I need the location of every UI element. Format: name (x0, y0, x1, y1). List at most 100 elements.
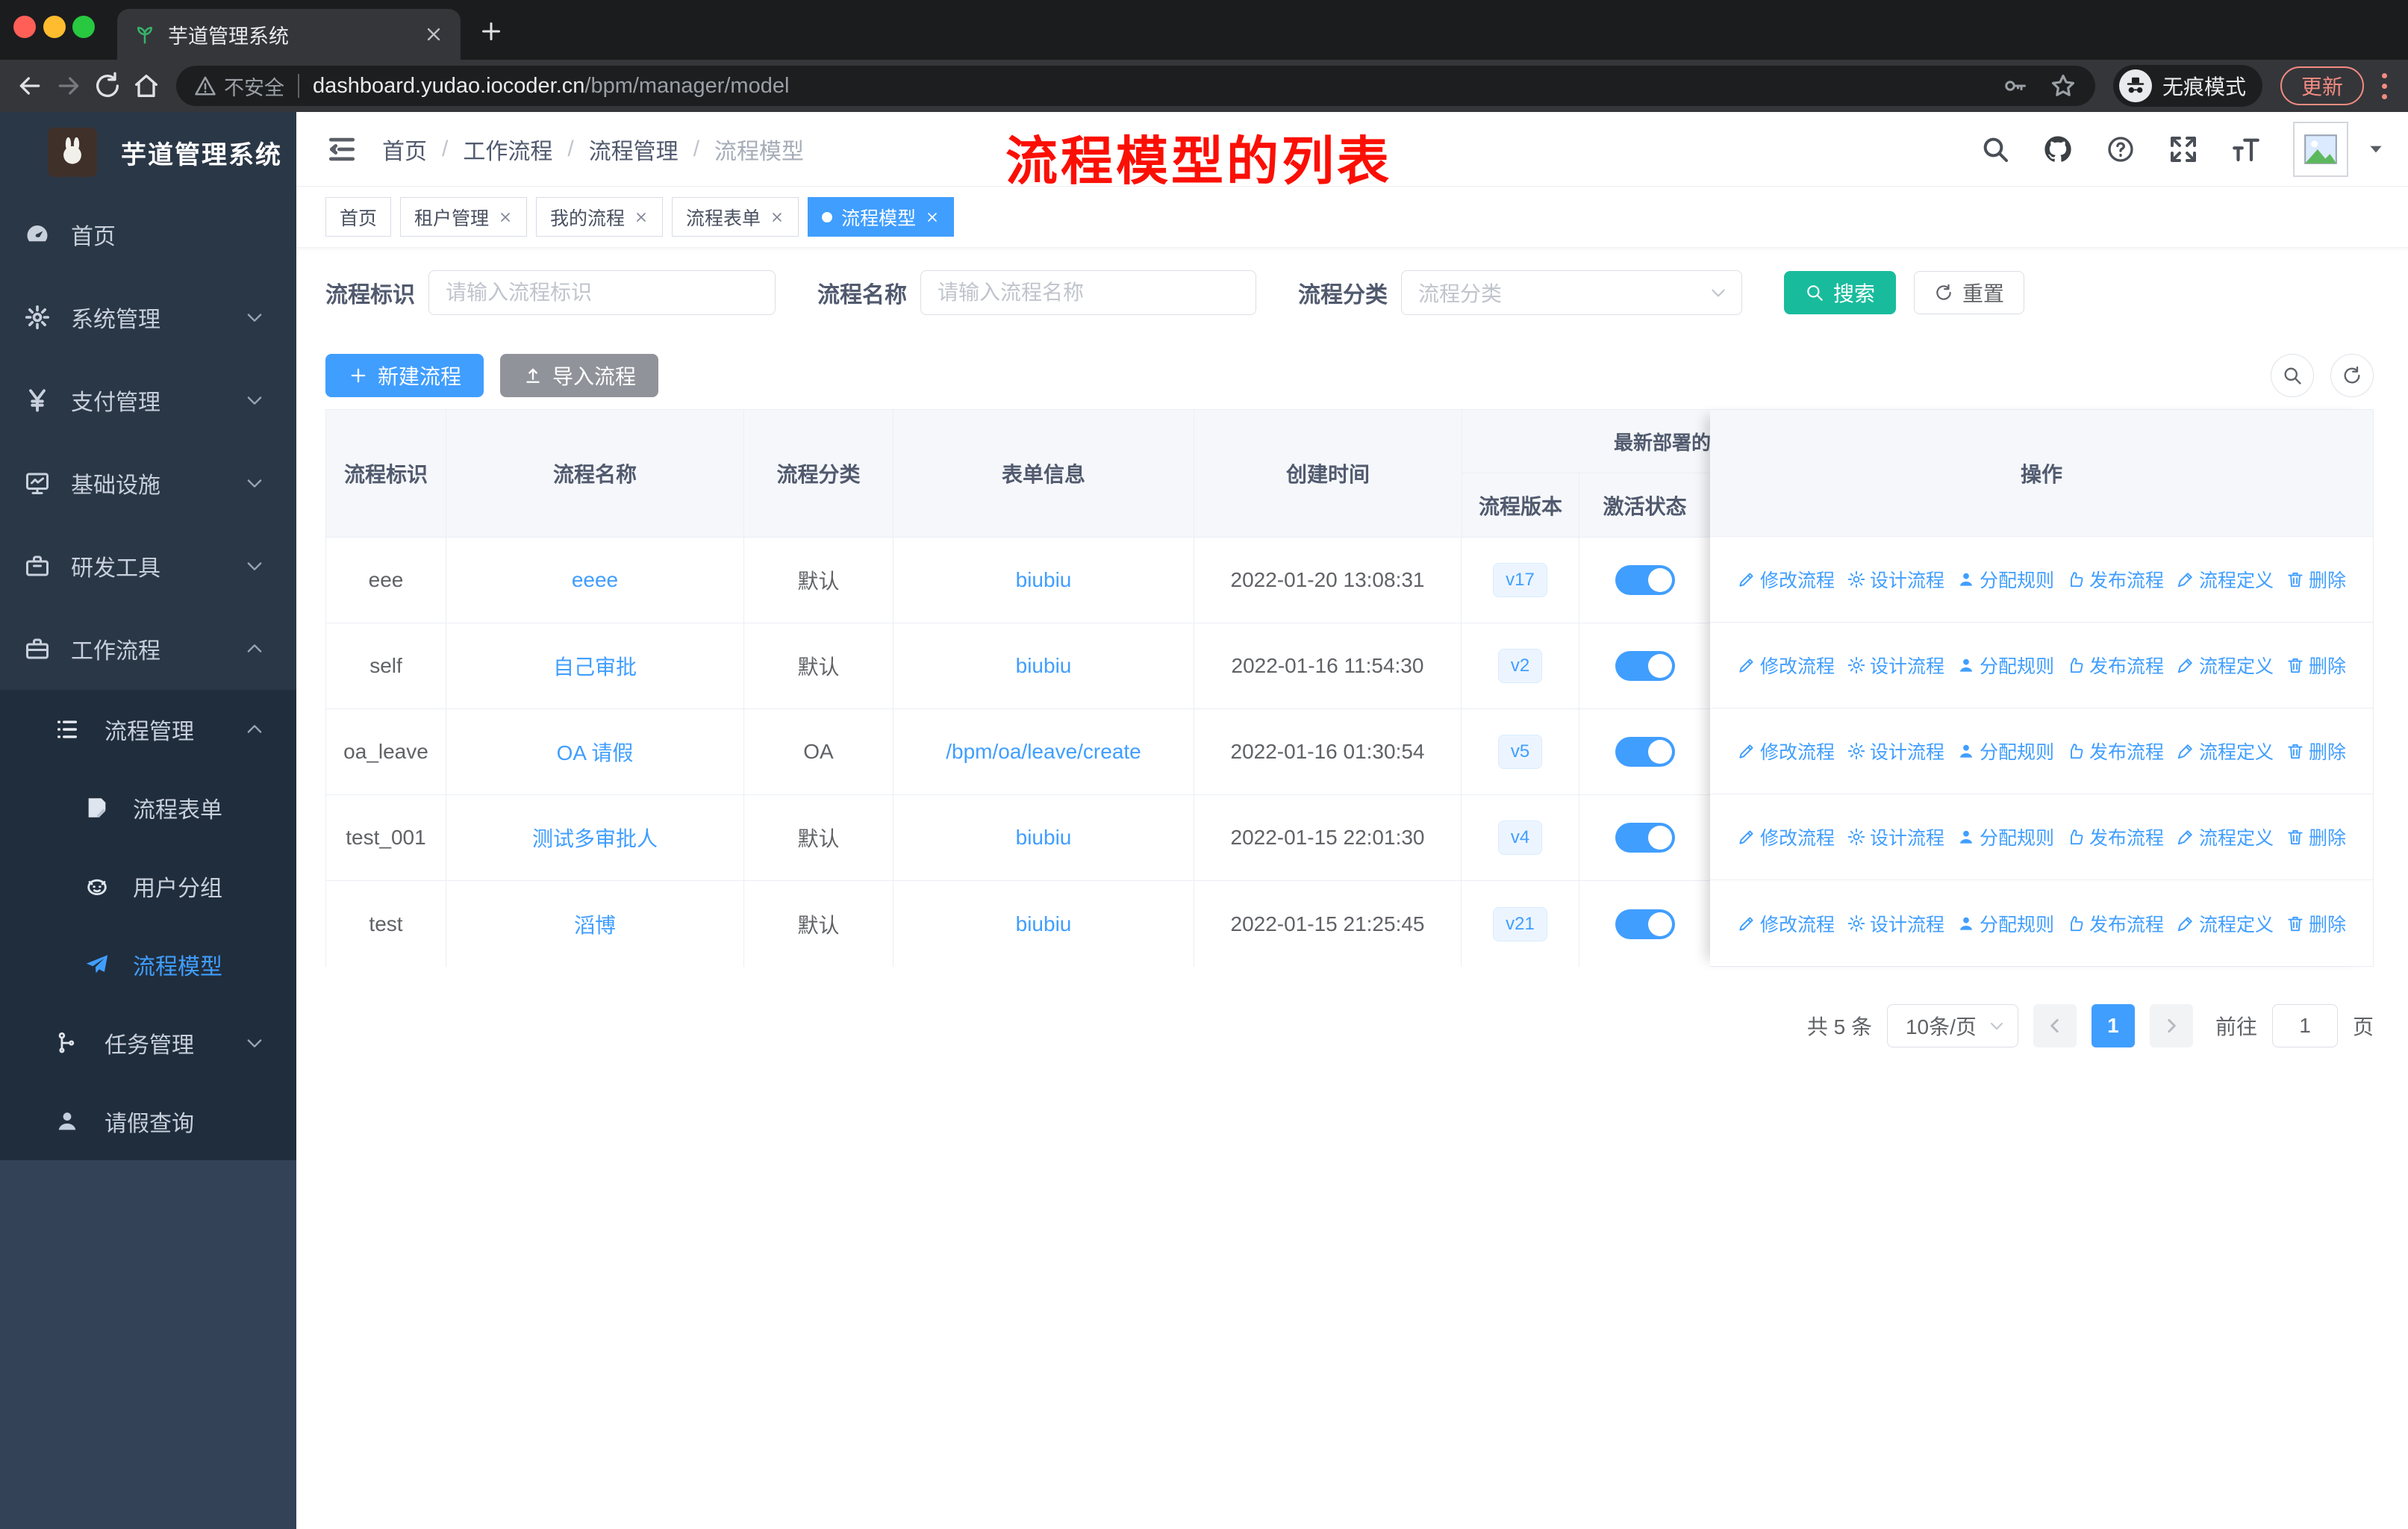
next-page-button[interactable] (2149, 1004, 2193, 1047)
sidebar-item-workflow[interactable]: 工作流程 (0, 607, 296, 690)
action-edit-process-link[interactable]: 修改流程 (1737, 823, 1835, 850)
process-category-select[interactable]: 流程分类 (1401, 270, 1742, 315)
tag-process-model[interactable]: 流程模型 (808, 197, 955, 237)
window-zoom-button[interactable] (72, 16, 95, 38)
close-icon[interactable] (634, 210, 649, 225)
close-icon[interactable] (498, 210, 513, 225)
current-page-button[interactable]: 1 (2091, 1004, 2135, 1047)
collapse-sidebar-icon[interactable] (325, 133, 358, 166)
sidebar-item-devtools[interactable]: 研发工具 (0, 524, 296, 607)
key-icon[interactable] (2001, 72, 2028, 99)
action-edit-process-link[interactable]: 修改流程 (1737, 566, 1835, 593)
sidebar-item-home[interactable]: 首页 (0, 193, 296, 275)
browser-tab[interactable]: 芋道管理系统 (117, 9, 461, 60)
process-name-input[interactable] (920, 270, 1256, 315)
active-toggle[interactable] (1615, 823, 1675, 853)
action-process-definition-link[interactable]: 流程定义 (2176, 652, 2274, 679)
action-publish-process-link[interactable]: 发布流程 (2066, 738, 2164, 764)
action-assign-rule-link[interactable]: 分配规则 (1956, 823, 2054, 850)
help-icon[interactable] (2105, 134, 2136, 165)
sidebar-item-user-group[interactable]: 用户分组 (0, 847, 296, 925)
active-toggle[interactable] (1615, 737, 1675, 767)
action-edit-process-link[interactable]: 修改流程 (1737, 652, 1835, 679)
action-design-process-link[interactable]: 设计流程 (1847, 738, 1944, 764)
active-toggle[interactable] (1615, 909, 1675, 939)
import-process-button[interactable]: 导入流程 (500, 354, 659, 397)
bookmark-star-icon[interactable] (2049, 72, 2077, 100)
action-publish-process-link[interactable]: 发布流程 (2066, 910, 2164, 937)
tab-close-icon[interactable] (423, 24, 444, 45)
github-icon[interactable] (2042, 134, 2074, 165)
reset-button[interactable]: 重置 (1914, 271, 2025, 314)
action-publish-process-link[interactable]: 发布流程 (2066, 566, 2164, 593)
tag-process-form[interactable]: 流程表单 (672, 197, 799, 237)
font-size-icon[interactable] (2230, 134, 2262, 165)
home-icon[interactable] (130, 69, 163, 102)
action-delete-link[interactable]: 删除 (2286, 738, 2346, 764)
action-delete-link[interactable]: 删除 (2286, 823, 2346, 850)
forward-icon[interactable] (52, 69, 85, 102)
search-button[interactable]: 搜索 (1784, 271, 1897, 314)
form-link[interactable]: /bpm/oa/leave/create (946, 740, 1141, 764)
sidebar-item-system[interactable]: 系统管理 (0, 275, 296, 358)
form-link[interactable]: biubiu (1016, 654, 1072, 678)
action-publish-process-link[interactable]: 发布流程 (2066, 652, 2164, 679)
breadcrumb-home[interactable]: 首页 (382, 133, 427, 166)
sidebar-item-process-manage[interactable]: 流程管理 (0, 690, 296, 768)
sidebar-item-task-manage[interactable]: 任务管理 (0, 1003, 296, 1082)
form-link[interactable]: biubiu (1016, 826, 1072, 850)
close-icon[interactable] (925, 210, 940, 225)
browser-menu-icon[interactable] (2382, 72, 2387, 99)
sidebar-item-process-model[interactable]: 流程模型 (0, 925, 296, 1003)
prev-page-button[interactable] (2033, 1004, 2077, 1047)
new-tab-button[interactable] (478, 18, 505, 45)
breadcrumb-workflow[interactable]: 工作流程 (463, 133, 552, 166)
action-assign-rule-link[interactable]: 分配规则 (1956, 738, 2054, 764)
tag-home[interactable]: 首页 (325, 197, 392, 237)
action-delete-link[interactable]: 删除 (2286, 910, 2346, 937)
sidebar-item-leave-query[interactable]: 请假查询 (0, 1082, 296, 1160)
avatar[interactable] (2293, 121, 2348, 177)
process-name-link[interactable]: 滔博 (574, 909, 616, 939)
action-process-definition-link[interactable]: 流程定义 (2176, 566, 2274, 593)
process-name-link[interactable]: eeee (572, 568, 618, 592)
process-id-input[interactable] (428, 270, 776, 315)
update-button[interactable]: 更新 (2280, 66, 2364, 105)
tag-my-process[interactable]: 我的流程 (536, 197, 664, 237)
reload-icon[interactable] (91, 69, 124, 102)
action-publish-process-link[interactable]: 发布流程 (2066, 823, 2164, 850)
close-icon[interactable] (770, 210, 785, 225)
caret-down-icon[interactable] (2366, 140, 2386, 159)
action-delete-link[interactable]: 删除 (2286, 566, 2346, 593)
search-icon[interactable] (1980, 134, 2011, 165)
address-bar[interactable]: 不安全 dashboard.yudao.iocoder.cn/bpm/manag… (176, 66, 2095, 106)
action-design-process-link[interactable]: 设计流程 (1847, 566, 1944, 593)
form-link[interactable]: biubiu (1016, 568, 1072, 592)
action-process-definition-link[interactable]: 流程定义 (2176, 738, 2274, 764)
action-assign-rule-link[interactable]: 分配规则 (1956, 652, 2054, 679)
window-close-button[interactable] (13, 16, 36, 38)
sidebar-item-infra[interactable]: 基础设施 (0, 441, 296, 524)
window-minimize-button[interactable] (43, 16, 66, 38)
process-name-link[interactable]: OA 请假 (557, 737, 634, 767)
active-toggle[interactable] (1615, 651, 1675, 681)
fullscreen-icon[interactable] (2168, 134, 2199, 165)
action-design-process-link[interactable]: 设计流程 (1847, 652, 1944, 679)
create-process-button[interactable]: 新建流程 (325, 354, 484, 397)
process-name-link[interactable]: 测试多审批人 (532, 823, 658, 853)
back-icon[interactable] (13, 69, 46, 102)
action-edit-process-link[interactable]: 修改流程 (1737, 738, 1835, 764)
action-edit-process-link[interactable]: 修改流程 (1737, 910, 1835, 937)
process-name-link[interactable]: 自己审批 (553, 651, 637, 681)
tag-tenant[interactable]: 租户管理 (400, 197, 528, 237)
action-delete-link[interactable]: 删除 (2286, 652, 2346, 679)
action-process-definition-link[interactable]: 流程定义 (2176, 823, 2274, 850)
action-assign-rule-link[interactable]: 分配规则 (1956, 910, 2054, 937)
action-process-definition-link[interactable]: 流程定义 (2176, 910, 2274, 937)
page-size-select[interactable]: 10条/页 (1886, 1004, 2018, 1047)
active-toggle[interactable] (1615, 565, 1675, 595)
show-search-icon-button[interactable] (2271, 354, 2314, 397)
breadcrumb-process-manage[interactable]: 流程管理 (589, 133, 679, 166)
sidebar-item-payment[interactable]: 支付管理 (0, 358, 296, 441)
sidebar-item-process-form[interactable]: 流程表单 (0, 768, 296, 847)
